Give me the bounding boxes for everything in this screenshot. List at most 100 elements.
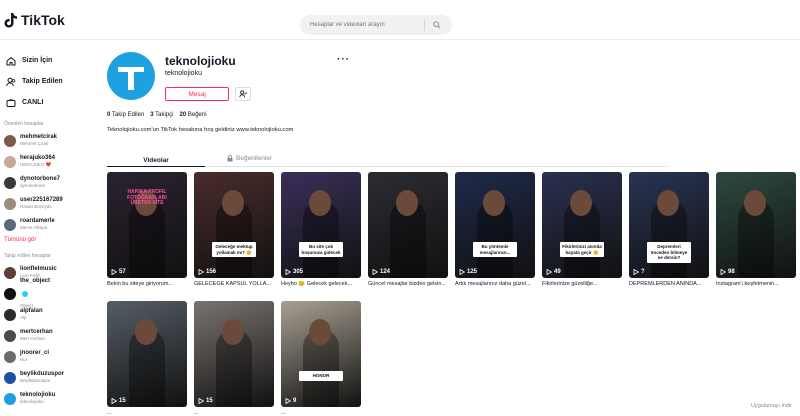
- sidebar-account[interactable]: mertcerhan Mert Cerhan: [0, 325, 90, 346]
- account-subtitle: Beylikdüzüspor: [20, 378, 51, 383]
- video-title[interactable]: Güncel mesajlar bizden gelsin...: [368, 281, 448, 287]
- search-input[interactable]: [300, 22, 424, 28]
- sidebar-account[interactable]: teknolojioku teknolojioku: [0, 388, 90, 409]
- person-head: [396, 190, 418, 216]
- suggested-title: Önerilen hesaplar: [4, 121, 44, 127]
- play-icon: [111, 269, 117, 275]
- sidebar-account[interactable]: roardamerle Merve Alkaya: [0, 214, 90, 235]
- play-icon: [720, 269, 726, 275]
- view-count: 98: [720, 269, 735, 275]
- video-title[interactable]: Fikirlerinize güzelliğe...: [542, 281, 622, 287]
- search-button[interactable]: [425, 21, 449, 29]
- nav-live[interactable]: CANLI: [0, 92, 90, 113]
- account-subtitle: Nur: [20, 357, 28, 362]
- video-title[interactable]: ...: [281, 410, 361, 416]
- tiktok-logo-text: TikTok: [21, 12, 65, 28]
- person-head: [309, 190, 331, 216]
- sidebar-account[interactable]: jnoorer_ci Nur: [0, 346, 90, 367]
- stat-label: Takipçi: [155, 112, 174, 118]
- video-card[interactable]: Fikirlerinizi anında hayata geçir 😊 49 Fik…: [542, 172, 622, 287]
- verified-icon: [22, 290, 28, 297]
- video-card[interactable]: HONOR 9...: [281, 301, 361, 416]
- nav-for-you[interactable]: Sizin İçin: [0, 50, 90, 71]
- top-bar: TikTok: [0, 0, 800, 40]
- message-button[interactable]: Mesaj: [165, 87, 229, 101]
- view-count: 15: [111, 398, 126, 404]
- stat-followers[interactable]: 3 Takipçi: [150, 112, 173, 118]
- video-thumbnail[interactable]: HARIKA PROFIL FOTOĞRAFLARI ÜRETEN SİTE 57: [107, 172, 187, 278]
- video-title[interactable]: Heybo 😊 Gelecek gelecek...: [281, 281, 361, 287]
- more-options-button[interactable]: ···: [337, 54, 350, 65]
- home-icon: [6, 56, 16, 65]
- video-card[interactable]: Depremleri önceden bilmeye ne dersin?? DE…: [629, 172, 709, 287]
- nav-following[interactable]: Takip Edilen: [0, 71, 90, 92]
- view-count-value: 9: [293, 398, 297, 404]
- view-count: ?: [633, 269, 645, 275]
- video-thumbnail[interactable]: Geleceğe mektup yollamak mı? 😊 156: [194, 172, 274, 278]
- video-title[interactable]: ...: [107, 410, 187, 416]
- account-subtitle: teknolojioku: [20, 399, 44, 404]
- video-thumbnail[interactable]: 124: [368, 172, 448, 278]
- video-thumbnail[interactable]: Fikirlerinizi anında hayata geçir 😊 49: [542, 172, 622, 278]
- sidebar-account[interactable]: herajuko364 HERAJUKO ❤️: [0, 151, 90, 172]
- video-card[interactable]: Geleceğe mektup yollamak mı? 😊 156 GELECEĞ…: [194, 172, 274, 287]
- profile-nickname: teknolojioku: [165, 70, 202, 77]
- download-app-button[interactable]: Uygulamayı indir: [748, 402, 795, 410]
- tiktok-logo[interactable]: TikTok: [4, 12, 65, 28]
- video-card[interactable]: HARIKA PROFIL FOTOĞRAFLARI ÜRETEN SİTE 57…: [107, 172, 187, 287]
- avatar: [4, 350, 16, 363]
- video-thumbnail[interactable]: Bu yöntemle mesajlarınızı... 125: [455, 172, 535, 278]
- person-head: [222, 319, 244, 345]
- stat-following[interactable]: 0 Takip Edilen: [107, 112, 144, 118]
- account-name: the_object: [20, 278, 51, 284]
- play-icon: [372, 269, 378, 275]
- video-thumbnail[interactable]: HONOR 9: [281, 301, 361, 407]
- video-card[interactable]: 15...: [194, 301, 274, 416]
- account-name: alpfalan: [20, 308, 43, 314]
- view-count: 124: [372, 269, 390, 275]
- video-title[interactable]: DEPREMLERDEN ANINDA...: [629, 281, 709, 287]
- avatar: [4, 266, 16, 279]
- video-thumbnail[interactable]: 15: [194, 301, 274, 407]
- view-count-value: 15: [206, 398, 213, 404]
- video-title[interactable]: GELECEĞE KAPSÜL YOLLA...: [194, 281, 274, 287]
- video-card[interactable]: 15...: [107, 301, 187, 416]
- sidebar-account[interactable]: beylikduzuspor Beylikdüzüspor: [0, 367, 90, 388]
- tiktok-logo-icon: [4, 12, 17, 27]
- tab-videos[interactable]: Videolar: [107, 155, 205, 167]
- video-thumbnail[interactable]: 15: [107, 301, 187, 407]
- video-thumbnail[interactable]: Depremleri önceden bilmeye ne dersin??: [629, 172, 709, 278]
- avatar: [4, 371, 16, 384]
- view-count-value: 57: [119, 269, 126, 275]
- sidebar-account[interactable]: mehmetcirak Mehmet Çırak: [0, 130, 90, 151]
- video-card[interactable]: Bu yöntemle mesajlarınızı... 125 Artık mes…: [455, 172, 535, 287]
- avatar: [4, 392, 16, 405]
- person-head: [483, 190, 505, 216]
- stat-likes: 20 Beğeni: [180, 112, 207, 118]
- video-thumbnail[interactable]: 98: [716, 172, 796, 278]
- sidebar-account[interactable]: the_object Object: [0, 278, 90, 308]
- account-name: mehmetcirak: [20, 134, 58, 140]
- video-title[interactable]: Bekin bu siteye giriyorum...: [107, 281, 187, 287]
- teknolojioku-logo-icon: [118, 67, 144, 90]
- user-check-icon: [239, 90, 247, 98]
- sidebar-account[interactable]: user225167289 Hasan Bozeyde: [0, 193, 90, 214]
- video-title[interactable]: Instagram'ı keşfetmenin...: [716, 281, 796, 287]
- view-count-value: 305: [293, 269, 304, 275]
- avatar: [4, 287, 16, 300]
- video-caption-overlay: Bu site çok hoşunuza gidecek: [299, 242, 343, 257]
- video-card[interactable]: 98 Instagram'ı keşfetmenin...: [716, 172, 796, 287]
- video-title[interactable]: Artık mesajlarınız daha güzel...: [455, 281, 535, 287]
- video-card[interactable]: Bu site çok hoşunuza gidecek 305 Heybo 😊 G…: [281, 172, 361, 287]
- video-title[interactable]: ...: [194, 410, 274, 416]
- see-all-link[interactable]: Tümünü gör: [0, 237, 90, 243]
- play-icon: [633, 269, 639, 275]
- video-thumbnail[interactable]: Bu site çok hoşunuza gidecek 305: [281, 172, 361, 278]
- account-name: teknolojioku: [20, 392, 56, 398]
- view-count: 125: [459, 269, 477, 275]
- video-card[interactable]: 124 Güncel mesajlar bizden gelsin...: [368, 172, 448, 287]
- tab-liked[interactable]: Beğenilenler: [227, 155, 272, 162]
- video-caption-overlay: Bu yöntemle mesajlarınızı...: [473, 242, 517, 257]
- sidebar-account[interactable]: dynotorbone7 dynotorbone: [0, 172, 90, 193]
- follow-user-button[interactable]: [235, 87, 251, 101]
